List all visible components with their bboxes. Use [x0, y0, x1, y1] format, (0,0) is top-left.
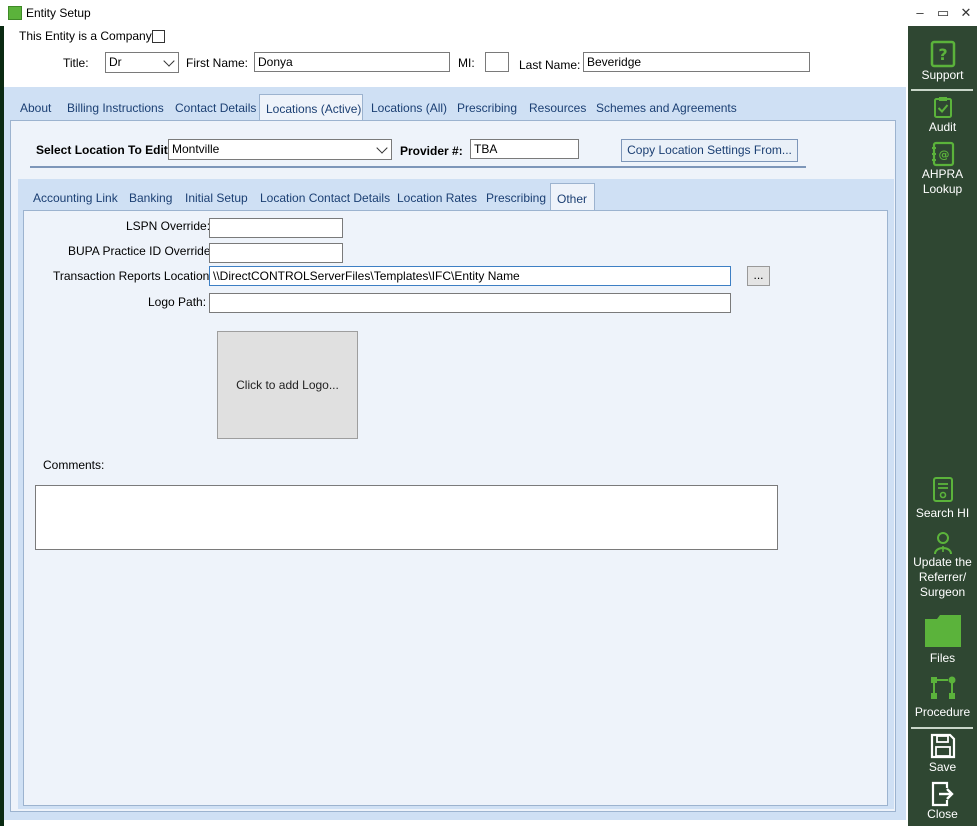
copy-location-settings-button[interactable]: Copy Location Settings From... — [621, 139, 798, 162]
first-name-field[interactable]: Donya — [254, 52, 450, 72]
files-label: Files — [929, 651, 956, 665]
divider — [30, 166, 806, 168]
update-label-line3: Surgeon — [919, 585, 966, 599]
comments-field[interactable] — [35, 485, 778, 550]
minimize-button[interactable]: – — [911, 4, 929, 22]
tab-contact-details[interactable]: Contact Details — [175, 101, 256, 115]
location-select-value: Montville — [172, 142, 220, 156]
procedure-button[interactable]: Procedure — [908, 675, 977, 720]
sidebar-divider — [911, 727, 973, 729]
tab-locations-active-label: Locations (Active) — [266, 102, 362, 116]
title-bar — [0, 0, 977, 26]
tab-other[interactable]: Other — [550, 183, 595, 210]
close-button[interactable]: Close — [908, 781, 977, 822]
workflow-icon — [930, 676, 955, 699]
mi-label: MI: — [458, 56, 475, 70]
location-select[interactable]: Montville — [168, 139, 392, 160]
maximize-button[interactable]: ▭ — [934, 4, 952, 22]
update-label-line2: Referrer/ — [918, 570, 967, 584]
search-hi-button[interactable]: Search HI — [908, 476, 977, 521]
tab-accounting-link[interactable]: Accounting Link — [33, 191, 118, 205]
is-company-checkbox[interactable] — [152, 30, 165, 43]
files-button[interactable]: Files — [908, 613, 977, 666]
comments-label: Comments: — [43, 458, 105, 472]
is-company-label: This Entity is a Company — [19, 29, 152, 43]
window-title: Entity Setup — [26, 6, 91, 20]
update-referrer-button[interactable]: Update the Referrer/ Surgeon — [908, 531, 977, 600]
logo-path-label: Logo Path: — [148, 295, 207, 309]
chevron-down-icon — [376, 142, 388, 154]
search-hi-label: Search HI — [915, 506, 970, 520]
provider-field[interactable]: TBA — [470, 139, 579, 159]
close-label: Close — [927, 807, 958, 821]
save-label: Save — [928, 760, 957, 774]
bupa-label: BUPA Practice ID Override: — [68, 244, 214, 258]
tab-schemes-and-agreements[interactable]: Schemes and Agreements — [596, 101, 737, 115]
clipboard-check-icon — [933, 97, 952, 118]
document-search-icon — [932, 477, 953, 502]
svg-text:?: ? — [938, 45, 947, 64]
last-name-label: Last Name: — [519, 58, 581, 72]
transaction-reports-field[interactable]: \\DirectCONTROLServerFiles\Templates\IFC… — [209, 266, 731, 286]
tab-location-rates[interactable]: Location Rates — [397, 191, 477, 205]
select-location-label: Select Location To Edit: — [36, 143, 172, 157]
lspn-field[interactable] — [209, 218, 343, 238]
svg-text:@: @ — [938, 148, 949, 161]
doctor-icon — [933, 532, 952, 555]
add-logo-button[interactable]: Click to add Logo... — [217, 331, 358, 439]
tab-prescribing[interactable]: Prescribing — [457, 101, 517, 115]
tab-about[interactable]: About — [20, 101, 51, 115]
logo-path-field[interactable] — [209, 293, 731, 313]
support-label: Support — [921, 68, 964, 82]
update-label-line1: Update the — [913, 555, 972, 569]
close-window-button[interactable]: ✕ — [957, 4, 975, 22]
provider-label: Provider #: — [400, 144, 463, 158]
tab-banking[interactable]: Banking — [129, 191, 172, 205]
tab-resources[interactable]: Resources — [529, 101, 586, 115]
sidebar-divider — [911, 89, 973, 91]
procedure-label: Procedure — [914, 705, 971, 719]
tab-billing-instructions[interactable]: Billing Instructions — [67, 101, 164, 115]
browse-button[interactable]: ... — [747, 266, 770, 286]
ahpra-label-line1: AHPRA — [921, 167, 964, 181]
title-select-value: Dr — [109, 55, 122, 69]
first-name-label: First Name: — [186, 56, 249, 70]
app-icon — [8, 6, 22, 20]
ahpra-lookup-button[interactable]: @ AHPRA Lookup — [908, 141, 977, 197]
bupa-field[interactable] — [209, 243, 343, 263]
save-icon — [930, 733, 955, 759]
ahpra-label-line2: Lookup — [922, 182, 963, 196]
tab-sub-prescribing[interactable]: Prescribing — [486, 191, 546, 205]
support-button[interactable]: ? Support — [908, 40, 977, 83]
title-label: Title: — [63, 56, 89, 70]
chevron-down-icon — [163, 55, 175, 67]
folder-icon — [924, 615, 961, 647]
last-name-field[interactable]: Beveridge — [583, 52, 810, 72]
tab-initial-setup[interactable]: Initial Setup — [185, 191, 248, 205]
tab-locations-active[interactable]: Locations (Active) — [259, 94, 363, 121]
transaction-reports-label: Transaction Reports Location: — [53, 269, 213, 283]
tab-location-contact-details[interactable]: Location Contact Details — [260, 191, 390, 205]
lspn-label: LSPN Override: — [126, 219, 211, 233]
audit-label: Audit — [928, 120, 957, 134]
exit-icon — [931, 781, 954, 807]
tab-locations-all[interactable]: Locations (All) — [371, 101, 447, 115]
support-icon: ? — [930, 40, 955, 68]
contact-book-icon: @ — [931, 141, 954, 167]
audit-button[interactable]: Audit — [908, 96, 977, 135]
tab-other-label: Other — [557, 192, 588, 206]
title-select[interactable]: Dr — [105, 52, 179, 73]
save-button[interactable]: Save — [908, 733, 977, 775]
mi-field[interactable] — [485, 52, 509, 72]
